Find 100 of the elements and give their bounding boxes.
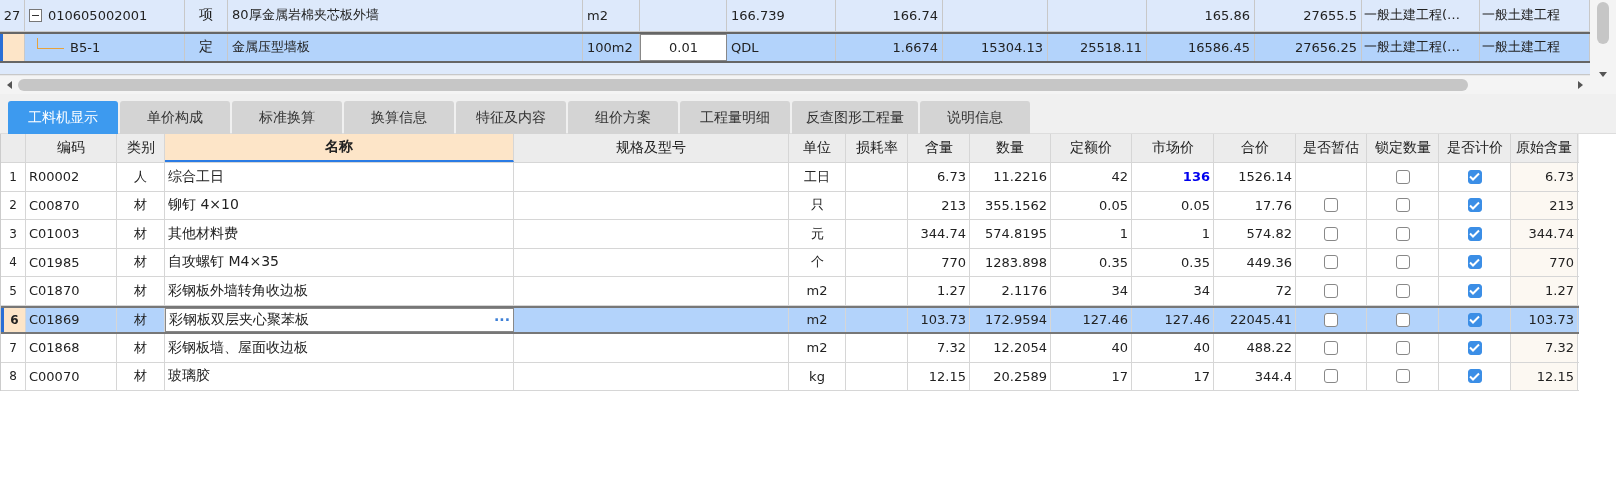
tab[interactable]: 说明信息 [920,101,1030,134]
table-cell: 个 [789,248,846,276]
table-cell: 12.15 [908,362,970,390]
checkbox[interactable] [1467,226,1482,241]
checkbox[interactable] [1395,312,1410,327]
table-cell: 彩钢板墙、屋面收边板 [165,334,514,362]
tab[interactable]: 工程量明细 [680,101,790,134]
table-cell: 165.86 [1147,0,1255,31]
column-header[interactable]: 含量 [908,134,970,162]
horizontal-scrollbar[interactable] [0,76,1590,94]
table-cell: 材 [117,191,165,219]
input-field[interactable]: 0.01 [640,33,727,62]
table-cell: m2 [789,334,846,362]
table-cell: 材 [117,220,165,248]
row-number [0,33,25,62]
checkbox[interactable] [1467,283,1482,298]
checkbox[interactable] [1324,255,1338,270]
checkbox[interactable] [1395,255,1410,270]
column-header[interactable]: 原始含量 [1511,134,1578,162]
table-cell: 6.73 [908,163,970,191]
row-number: 5 [1,277,26,305]
checkbox[interactable] [1467,169,1482,184]
table-cell: 103.73 [908,307,970,332]
table-cell: 213 [908,191,970,219]
table-cell: 0.05 [1132,191,1214,219]
table-cell: 12.2054 [970,334,1051,362]
table-cell: 材 [117,248,165,276]
table-cell: 只 [789,191,846,219]
tab[interactable]: 标准换算 [232,101,342,134]
row-number: 3 [1,220,26,248]
scroll-right-icon[interactable] [1576,80,1584,91]
checkbox[interactable] [1395,340,1410,355]
checkbox[interactable] [1395,283,1410,298]
table-cell: 15304.13 [943,33,1048,62]
column-header[interactable]: 是否计价 [1439,134,1511,162]
table-cell: 488.22 [1214,334,1296,362]
table-cell: 770 [908,248,970,276]
table-cell: C01985 [26,248,117,276]
table-cell: 574.8195 [970,220,1051,248]
tab[interactable]: 组价方案 [568,101,678,134]
table-cell: 166.74 [836,0,943,31]
checkbox[interactable] [1395,198,1410,213]
column-header[interactable]: 定额价 [1051,134,1132,162]
table-cell: 0.05 [1051,191,1132,219]
checkbox[interactable] [1467,312,1482,327]
column-header[interactable]: 数量 [970,134,1051,162]
table-cell: 人 [117,163,165,191]
checkbox[interactable] [1324,369,1338,384]
checkbox[interactable] [1324,312,1338,327]
table-cell: 综合工日 [165,163,514,191]
table-cell: R00002 [26,163,117,191]
column-header[interactable]: 锁定数量 [1367,134,1439,162]
column-header[interactable]: 市场价 [1132,134,1214,162]
tab[interactable]: 换算信息 [344,101,454,134]
scroll-down-icon[interactable] [1598,70,1608,78]
checkbox[interactable] [1324,198,1338,213]
table-cell: 20.2589 [970,362,1051,390]
column-header[interactable]: 损耗率 [846,134,908,162]
scroll-left-icon[interactable] [6,80,14,91]
more-button[interactable]: ··· [494,311,510,328]
table-cell: 166.739 [727,0,836,31]
tab[interactable]: 单价构成 [120,101,230,134]
checkbox[interactable] [1324,283,1338,298]
table-cell: 22045.41 [1214,307,1296,332]
table-cell: 72 [1214,277,1296,305]
table-cell: 元 [789,220,846,248]
checkbox[interactable] [1395,169,1410,184]
column-header[interactable]: 名称 [165,134,514,162]
table-cell: 定 [185,33,228,62]
checkbox[interactable] [1467,198,1482,213]
column-header[interactable]: 单位 [789,134,846,162]
table-cell: 一般土建工程(… [1362,33,1480,62]
checkbox[interactable] [1395,369,1410,384]
checkbox[interactable] [1324,340,1338,355]
column-header[interactable]: 是否暂估 [1296,134,1367,162]
row-number: 4 [1,248,26,276]
scrollbar-thumb[interactable] [18,79,1468,92]
table-cell: 213 [1511,191,1578,219]
tab[interactable]: 特征及内容 [456,101,566,134]
table-cell: 12.15 [1511,362,1578,390]
collapse-toggle[interactable] [29,8,42,22]
table-cell: 010605002001 [25,0,185,31]
column-header[interactable]: 合价 [1214,134,1296,162]
column-header[interactable]: 规格及型号 [514,134,789,162]
checkbox[interactable] [1467,255,1482,270]
table-cell: 材 [117,334,165,362]
checkbox[interactable] [1395,226,1410,241]
scrollbar-thumb[interactable] [1597,2,1609,44]
checkbox[interactable] [1467,369,1482,384]
checkbox[interactable] [1324,226,1338,241]
vertical-scrollbar[interactable] [1590,0,1616,94]
table-cell: 344.74 [1511,220,1578,248]
table-cell: C01869 [26,307,117,332]
checkbox[interactable] [1467,340,1482,355]
tab[interactable]: 反查图形工程量 [792,101,918,134]
table-cell: 25518.11 [1048,33,1147,62]
table-cell: 27655.5 [1255,0,1362,31]
table-cell: 355.1562 [970,191,1051,219]
table-cell: 1.6674 [836,33,943,62]
column-header[interactable]: 编码 [26,134,117,162]
